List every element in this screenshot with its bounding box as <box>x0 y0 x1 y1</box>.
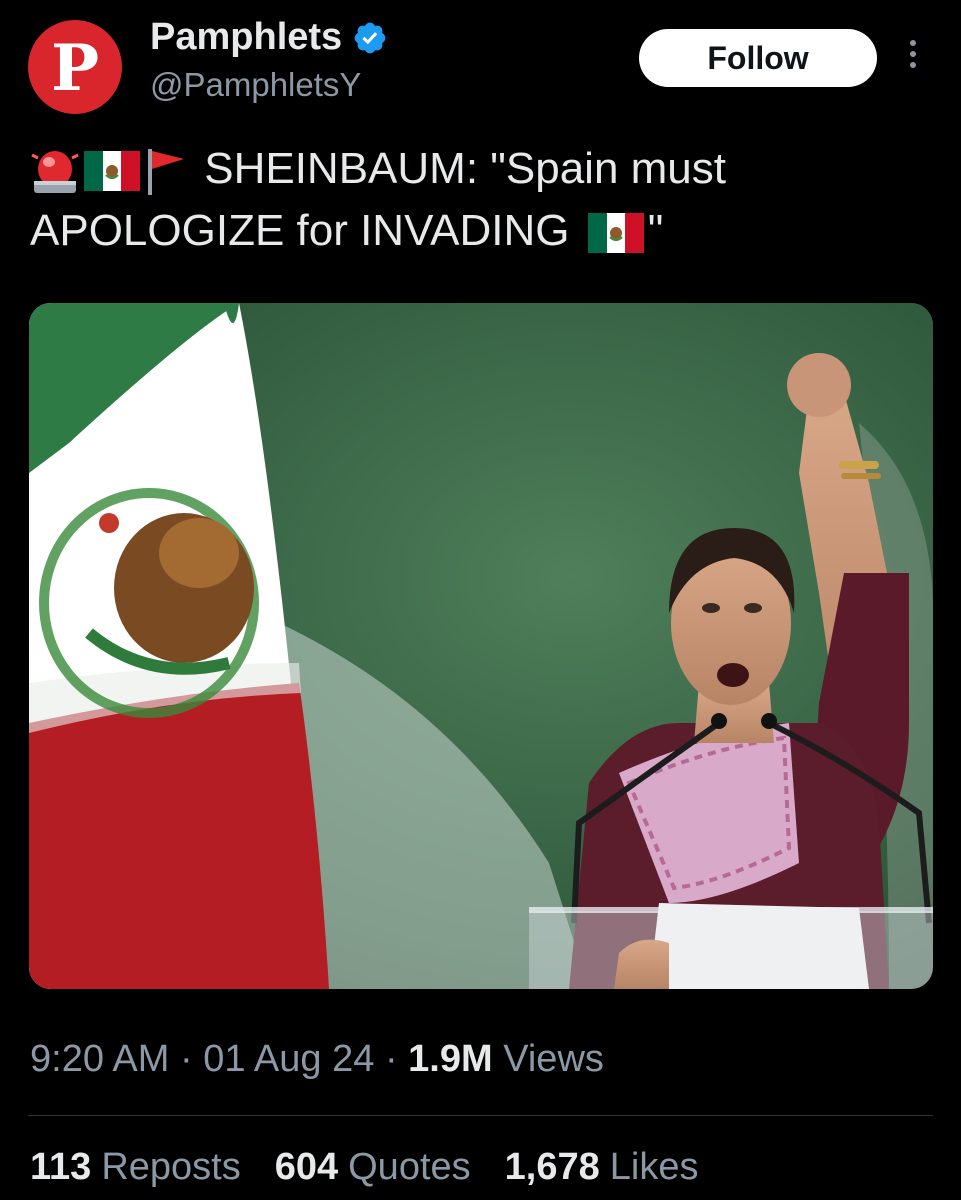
verified-badge-icon <box>354 22 386 53</box>
police-light-emoji <box>31 151 79 194</box>
account-handle[interactable]: @PamphletsY <box>150 66 361 104</box>
likes-stat[interactable]: 1,678 Likes <box>505 1146 699 1189</box>
quotes-label: Quotes <box>348 1146 471 1188</box>
tweet-text-closing-quote: " <box>647 206 664 255</box>
tweet-date[interactable]: 01 Aug 24 <box>203 1038 374 1080</box>
account-name[interactable]: Pamphlets <box>150 16 342 59</box>
likes-label: Likes <box>609 1146 699 1188</box>
photo-illustration <box>29 303 933 989</box>
meta-separator: · <box>179 1038 193 1080</box>
more-vertical-icon[interactable] <box>902 40 924 76</box>
reposts-stat[interactable]: 113 Reposts <box>30 1146 241 1189</box>
views-label: Views <box>503 1038 604 1080</box>
tweet-meta: 9:20 AM · 01 Aug 24 · 1.9M Views <box>30 1038 604 1081</box>
tweet-media-photo[interactable] <box>29 303 933 989</box>
mexico-flag-emoji <box>84 151 140 192</box>
account-name-row[interactable]: Pamphlets <box>150 16 388 59</box>
tweet-text-line2: APOLOGIZE for INVADING <box>30 206 570 255</box>
views-count: 1.9M <box>408 1038 493 1080</box>
quotes-stat[interactable]: 604 Quotes <box>275 1146 471 1189</box>
mexico-flag-emoji-inline <box>587 213 644 254</box>
red-flag-emoji <box>148 149 184 196</box>
tweet-time[interactable]: 9:20 AM <box>30 1038 169 1080</box>
reposts-label: Reposts <box>101 1146 241 1188</box>
engagement-stats: 113 Reposts 604 Quotes 1,678 Likes <box>30 1146 698 1189</box>
tweet-text: SHEINBAUM: "Spain must APOLOGIZE for INV… <box>30 138 930 262</box>
avatar-letter: P <box>50 31 100 106</box>
follow-button[interactable]: Follow <box>639 29 877 87</box>
quotes-count: 604 <box>274 1146 339 1188</box>
reposts-count: 113 <box>30 1146 92 1188</box>
meta-separator: · <box>384 1038 398 1080</box>
divider <box>28 1115 933 1116</box>
likes-count: 1,678 <box>504 1146 600 1188</box>
tweet-text-line1: SHEINBAUM: "Spain must <box>204 144 727 193</box>
avatar[interactable]: P <box>28 20 122 114</box>
